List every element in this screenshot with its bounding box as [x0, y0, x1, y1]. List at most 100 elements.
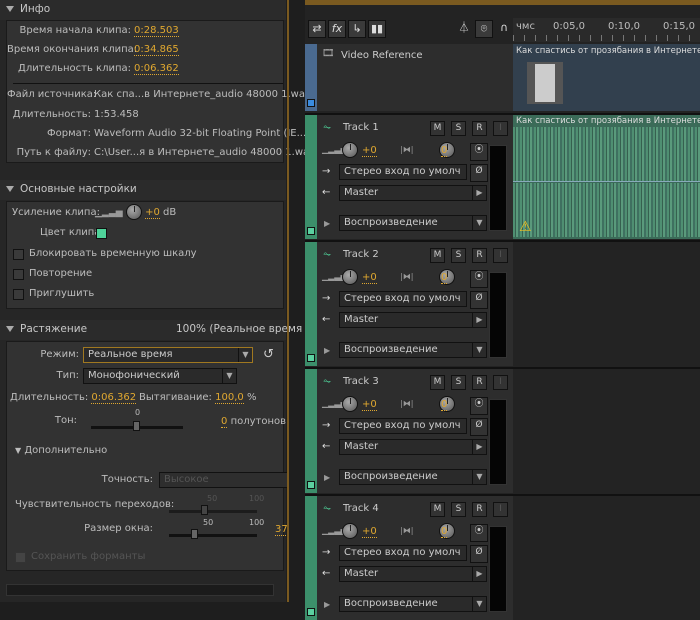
volume-knob[interactable] — [342, 142, 358, 158]
basic-section-header[interactable]: Основные настройки — [0, 180, 286, 200]
phase-invert-icon[interactable]: Ø — [470, 418, 488, 436]
mode-dropdown[interactable]: Реальное время ▼ — [83, 347, 253, 363]
output-dropdown[interactable]: Master ▶ — [339, 185, 487, 201]
volume-knob[interactable] — [342, 269, 358, 285]
video-clip[interactable]: Как спастись от прозябания в Интернете — [513, 44, 700, 111]
mute-button[interactable]: M — [430, 121, 445, 136]
pan-value[interactable]: 0 — [441, 145, 448, 157]
expand-triangle-icon[interactable]: ▶ — [324, 600, 330, 609]
monitor-input-button[interactable]: I — [493, 248, 508, 263]
automation-mode-dropdown[interactable]: Воспроизведение ▼ — [339, 596, 487, 612]
input-dropdown[interactable]: Стерео вход по умолч — [339, 164, 467, 180]
volume-knob[interactable] — [342, 396, 358, 412]
pan-value[interactable]: 0 — [441, 272, 448, 284]
record-arm-button[interactable]: R — [472, 502, 487, 517]
loop-checkbox[interactable] — [13, 269, 24, 280]
solo-button[interactable]: S — [451, 375, 466, 390]
track-select-square[interactable] — [307, 354, 315, 362]
time-ruler[interactable]: чмс 0:05,0 0:10,0 0:15,0 — [513, 18, 700, 42]
volume-value[interactable]: +0 — [362, 526, 377, 538]
slider-thumb[interactable] — [191, 529, 198, 539]
output-dropdown[interactable]: Master ▶ — [339, 439, 487, 455]
snap-icon[interactable]: ⌾ — [475, 20, 493, 38]
expand-triangle-icon[interactable]: ▶ — [324, 346, 330, 355]
metronome-icon[interactable]: ⏃ — [455, 20, 473, 38]
send-icon[interactable]: ⦿ — [470, 143, 488, 161]
track-color-strip[interactable] — [305, 242, 317, 366]
horizontal-scrollbar[interactable] — [6, 584, 274, 596]
lock-timeline-checkbox[interactable] — [13, 249, 24, 260]
warning-icon[interactable]: ⚠ — [519, 219, 532, 235]
record-arm-button[interactable]: R — [472, 375, 487, 390]
sends-icon[interactable]: ↳ — [348, 20, 366, 38]
clip-duration-value[interactable]: 0:06.362 — [134, 63, 179, 75]
volume-knob[interactable] — [342, 523, 358, 539]
clip-gain-value[interactable]: +0 — [145, 207, 160, 219]
clip-gain-knob[interactable] — [125, 204, 142, 220]
output-dropdown[interactable]: Master ▶ — [339, 312, 487, 328]
track-name[interactable]: Track 3 — [343, 376, 379, 387]
clip-end-value[interactable]: 0:34.865 — [134, 44, 179, 56]
track-name[interactable]: Track 4 — [343, 503, 379, 514]
pitch-value[interactable]: 0 — [221, 416, 228, 428]
expand-triangle-icon[interactable]: ▶ — [324, 473, 330, 482]
record-arm-button[interactable]: R — [472, 248, 487, 263]
monitor-input-button[interactable]: I — [493, 121, 508, 136]
phase-invert-icon[interactable]: Ø — [470, 545, 488, 563]
automation-mode-dropdown[interactable]: Воспроизведение ▼ — [339, 215, 487, 231]
send-icon[interactable]: ⦿ — [470, 397, 488, 415]
mute-button[interactable]: M — [430, 248, 445, 263]
track-select-square[interactable] — [307, 608, 315, 616]
volume-value[interactable]: +0 — [362, 145, 377, 157]
window-size-slider[interactable] — [169, 529, 257, 539]
empty-track-area[interactable] — [513, 496, 700, 620]
send-icon[interactable]: ⦿ — [470, 524, 488, 542]
monitor-input-button[interactable]: I — [493, 375, 508, 390]
collapse-triangle-icon[interactable]: ▼ — [15, 446, 21, 455]
send-icon[interactable]: ⦿ — [470, 270, 488, 288]
solo-button[interactable]: S — [451, 502, 466, 517]
output-dropdown[interactable]: Master ▶ — [339, 566, 487, 582]
input-dropdown[interactable]: Стерео вход по умолч — [339, 418, 467, 434]
phase-invert-icon[interactable]: Ø — [470, 291, 488, 309]
mute-checkbox[interactable] — [13, 289, 24, 300]
magnet-icon[interactable]: ∩ — [495, 20, 513, 38]
pitch-slider[interactable] — [91, 421, 183, 431]
track-color-strip[interactable] — [305, 369, 317, 493]
solo-button[interactable]: S — [451, 121, 466, 136]
expand-triangle-icon[interactable]: ▶ — [324, 219, 330, 228]
automation-mode-dropdown[interactable]: Воспроизведение ▼ — [339, 469, 487, 485]
stretch-duration-value[interactable]: 0:06.362 — [91, 392, 137, 404]
track-select-square[interactable] — [307, 481, 315, 489]
reset-icon[interactable]: ↺ — [263, 347, 274, 362]
track-name[interactable]: Track 1 — [343, 122, 379, 133]
window-size-value[interactable]: 37 — [275, 524, 288, 536]
pan-value[interactable]: 0 — [441, 399, 448, 411]
effects-fx-icon[interactable]: fx — [328, 20, 346, 38]
pitch-slider-thumb[interactable] — [133, 421, 140, 431]
solo-button[interactable]: S — [451, 248, 466, 263]
track-color-strip[interactable] — [305, 496, 317, 620]
inputs-outputs-icon[interactable]: ⇄ — [308, 20, 326, 38]
info-section-header[interactable]: Инфо — [0, 0, 286, 20]
pan-value[interactable]: 0 — [441, 526, 448, 538]
input-dropdown[interactable]: Стерео вход по умолч — [339, 545, 467, 561]
stretch-amount-value[interactable]: 100,0 — [215, 392, 244, 404]
clip-start-value[interactable]: 0:28.503 — [134, 25, 179, 37]
input-dropdown[interactable]: Стерео вход по умолч — [339, 291, 467, 307]
track-name[interactable]: Track 2 — [343, 249, 379, 260]
empty-track-area[interactable] — [513, 369, 700, 493]
panel-divider[interactable] — [287, 0, 289, 602]
audio-clip[interactable]: Как спастись от прозябания в Интернете_a… — [513, 115, 700, 239]
track-select-square[interactable] — [307, 227, 315, 235]
volume-value[interactable]: +0 — [362, 399, 377, 411]
volume-value[interactable]: +0 — [362, 272, 377, 284]
automation-mode-dropdown[interactable]: Воспроизведение ▼ — [339, 342, 487, 358]
phase-invert-icon[interactable]: Ø — [470, 164, 488, 182]
clip-color-swatch[interactable] — [96, 228, 107, 239]
record-arm-button[interactable]: R — [472, 121, 487, 136]
monitor-input-button[interactable]: I — [493, 502, 508, 517]
empty-track-area[interactable] — [513, 242, 700, 366]
stretch-section-header[interactable]: Растяжение 100% (Реальное время — [0, 320, 302, 340]
track-select-square[interactable] — [307, 99, 315, 107]
